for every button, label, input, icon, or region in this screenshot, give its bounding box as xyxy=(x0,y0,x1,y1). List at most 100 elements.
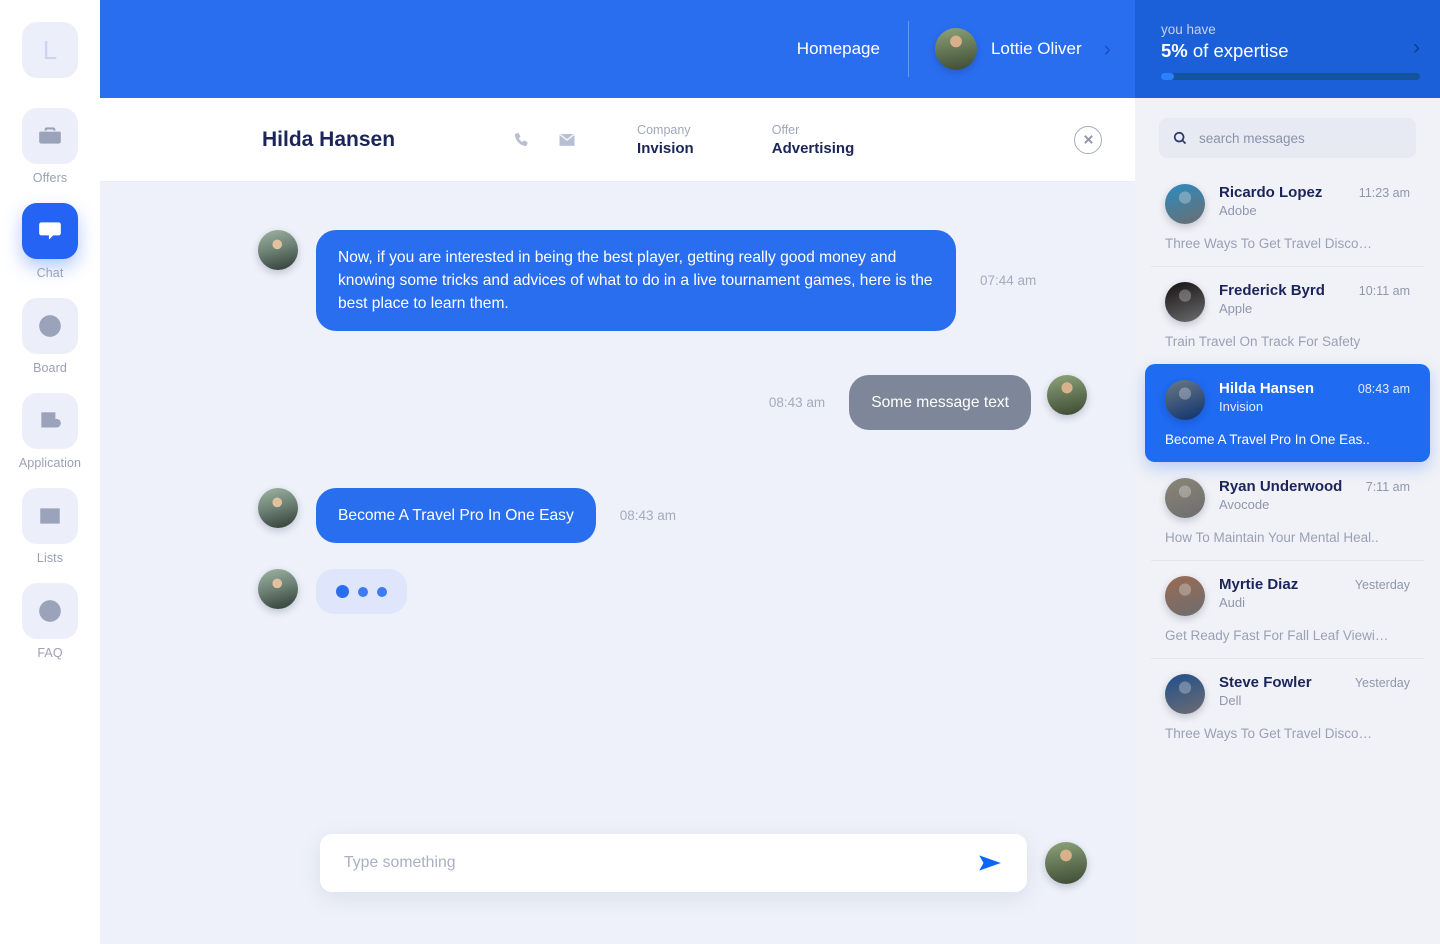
message-time: 08:43 am xyxy=(768,395,826,411)
search-box xyxy=(1159,118,1416,158)
conversation-list-item[interactable]: Frederick Byrd 10:11 am Apple Train Travel … xyxy=(1145,266,1430,364)
conversation-list: Ricardo Lopez 11:23 am Adobe Three Ways To … xyxy=(1135,168,1440,756)
offer-meta: Offer Advertising xyxy=(772,123,855,157)
conversation-name: Ryan Underwood xyxy=(1219,478,1343,495)
conversation-avatar xyxy=(1165,576,1205,616)
typing-dot xyxy=(377,586,387,597)
conversation-avatar xyxy=(1165,478,1205,518)
message-row: Now, if you are interested in being the … xyxy=(100,230,1135,332)
conversation-top: Myrtie Diaz Yesterday xyxy=(1219,576,1410,593)
chevron-right-icon[interactable]: › xyxy=(1104,38,1111,60)
expertise-caption: you have xyxy=(1161,22,1216,37)
mail-icon[interactable] xyxy=(557,130,577,150)
chevron-right-icon[interactable]: › xyxy=(1413,36,1420,60)
conversation-company: Apple xyxy=(1219,301,1253,316)
message-composer xyxy=(320,834,1087,892)
sidebar-item-chat[interactable]: Chat xyxy=(22,203,78,280)
sidebar-item-faq[interactable]: FAQ xyxy=(22,583,78,660)
briefcase-icon xyxy=(39,127,61,144)
conversation-avatar xyxy=(1165,184,1205,224)
conversation-company: Audi xyxy=(1219,595,1246,610)
conversation-company: Avocode xyxy=(1219,497,1270,512)
application-tile xyxy=(21,393,78,449)
conversation-preview: Become A Travel Pro In One Eas.. xyxy=(1165,432,1370,447)
conversation-body: Frederick Byrd 10:11 am Apple xyxy=(1219,282,1410,316)
sidebar-logo[interactable]: L xyxy=(22,22,78,78)
conversation-actions xyxy=(513,130,577,150)
typing-dot xyxy=(336,585,349,599)
close-conversation-button[interactable] xyxy=(1074,125,1102,154)
sidebar-label-faq: FAQ xyxy=(37,646,63,660)
current-user-menu[interactable]: Lottie Oliver › xyxy=(934,28,1135,70)
sidebar-label-offers: Offers xyxy=(32,171,68,185)
conversation-body: Hilda Hansen 08:43 am Invision xyxy=(1219,380,1410,414)
conversation-list-item[interactable]: Steve Fowler Yesterday Dell Three Ways To G… xyxy=(1145,658,1430,756)
message-avatar xyxy=(1047,375,1087,416)
conversation-body: Myrtie Diaz Yesterday Audi xyxy=(1219,576,1410,610)
expertise-headline-rest: of expertise xyxy=(1187,40,1289,61)
conversation-company: Adobe xyxy=(1219,203,1257,218)
conversation-time: Yesterday xyxy=(1354,578,1410,592)
topbar-divider xyxy=(907,21,909,77)
conversation-list-item[interactable]: Myrtie Diaz Yesterday Audi Get Ready Fast F… xyxy=(1145,560,1430,658)
typing-indicator-row xyxy=(100,569,1135,615)
app-root: L Offers Chat Board Application Lists FA… xyxy=(0,0,1440,944)
typing-indicator xyxy=(316,569,407,615)
conversation-name: Steve Fowler xyxy=(1219,674,1312,691)
sidebar-label-chat: Chat xyxy=(36,266,64,280)
conversation-list-item[interactable]: Ryan Underwood 7:11 am Avocode How To Maint… xyxy=(1145,462,1430,560)
message-time: 08:43 am xyxy=(619,508,677,524)
close-icon xyxy=(1083,135,1093,144)
conversation-list-item[interactable]: Ricardo Lopez 11:23 am Adobe Three Ways To … xyxy=(1145,168,1430,266)
message-avatar xyxy=(258,230,298,270)
conversation-company: Invision xyxy=(1219,399,1264,414)
conversation-row: Steve Fowler Yesterday Dell xyxy=(1165,674,1410,714)
sidebar-item-application[interactable]: Application xyxy=(19,393,81,470)
search-input[interactable] xyxy=(1199,130,1402,146)
conversation-list-item[interactable]: Hilda Hansen 08:43 am Invision Become A Tra… xyxy=(1145,364,1430,462)
conversation-preview: How To Maintain Your Mental Heal.. xyxy=(1165,530,1379,545)
send-arrow-icon[interactable] xyxy=(977,852,1003,874)
message-input[interactable] xyxy=(344,854,977,872)
contact-card-icon xyxy=(40,508,60,524)
conversation-preview: Three Ways To Get Travel Disco… xyxy=(1165,726,1373,741)
conversation-time: 11:23 am xyxy=(1358,186,1410,200)
message-avatar xyxy=(258,569,298,610)
phone-icon[interactable] xyxy=(513,130,533,150)
search-icon xyxy=(1173,131,1187,145)
offer-value: Advertising xyxy=(771,139,855,157)
message-row: Become A Travel Pro In One Easy 08:43 am xyxy=(100,488,1135,544)
conversation-row: Frederick Byrd 10:11 am Apple xyxy=(1165,282,1410,322)
conversation-name: Frederick Byrd xyxy=(1219,282,1325,299)
homepage-link[interactable]: Homepage xyxy=(797,39,880,59)
question-mark-icon xyxy=(39,600,61,622)
conversation-time: 7:11 am xyxy=(1365,480,1410,494)
logo-letter: L xyxy=(42,35,58,65)
conversation-row: Myrtie Diaz Yesterday Audi xyxy=(1165,576,1410,616)
left-sidebar: L Offers Chat Board Application Lists FA… xyxy=(0,0,100,944)
sidebar-item-lists[interactable]: Lists xyxy=(22,488,78,565)
sidebar-item-board[interactable]: Board xyxy=(22,298,78,375)
message-bubble-outgoing: Some message text xyxy=(849,375,1031,431)
conversation-preview: Three Ways To Get Travel Disco… xyxy=(1165,236,1373,251)
conversation-name: Myrtie Diaz xyxy=(1219,576,1299,593)
conversation-body: Steve Fowler Yesterday Dell xyxy=(1219,674,1410,708)
logo-tile: L xyxy=(22,22,78,78)
message-bubble-incoming: Become A Travel Pro In One Easy xyxy=(316,488,596,544)
conversation-row: Ryan Underwood 7:11 am Avocode xyxy=(1165,478,1410,518)
sidebar-label-board: Board xyxy=(33,361,67,375)
offers-tile xyxy=(22,108,78,164)
conversation-top: Hilda Hansen 08:43 am xyxy=(1219,380,1410,397)
composer-user-avatar xyxy=(1045,842,1087,884)
sidebar-label-lists: Lists xyxy=(36,551,64,565)
current-user-avatar xyxy=(934,28,977,70)
conversation-top: Ryan Underwood 7:11 am xyxy=(1219,478,1410,495)
sidebar-item-offers[interactable]: Offers xyxy=(22,108,78,185)
company-meta: Company Invision xyxy=(637,123,694,157)
expertise-progress-fill xyxy=(1161,73,1174,80)
conversation-avatar xyxy=(1165,282,1205,322)
faq-tile xyxy=(22,583,78,639)
typing-dot xyxy=(358,586,368,597)
board-tile xyxy=(22,298,78,354)
expertise-banner[interactable]: you have 5% of expertise › xyxy=(1135,0,1440,98)
